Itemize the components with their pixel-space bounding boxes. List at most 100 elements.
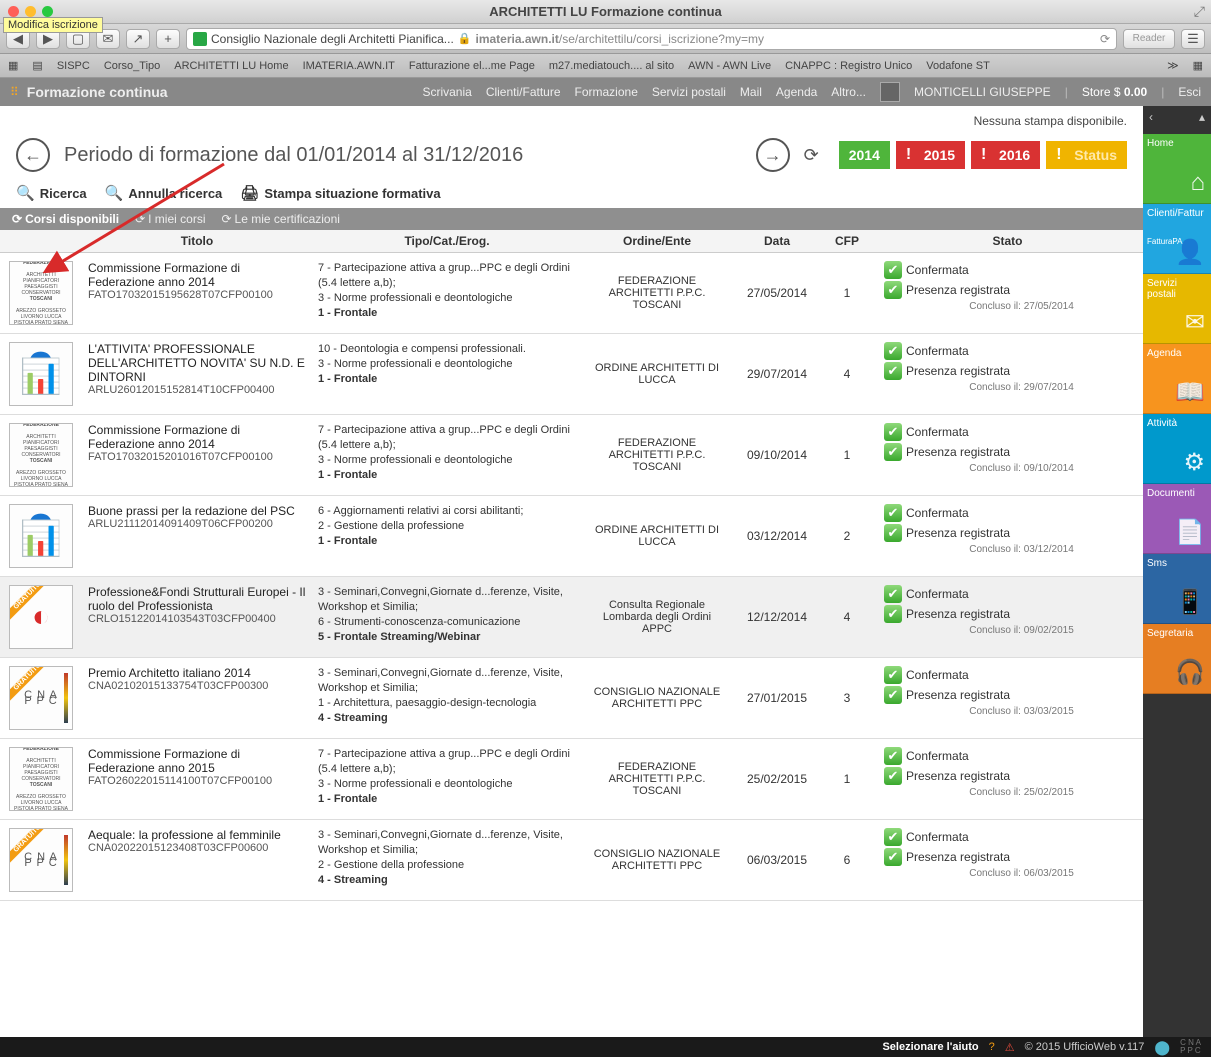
bookmark-item[interactable]: SISPC <box>57 60 90 72</box>
course-code: ARLU21112014091409T06CFP00200 <box>88 518 306 530</box>
course-thumb: 👤📊 <box>9 504 73 568</box>
print-icon: 🖨 <box>240 184 259 202</box>
period-title: Periodo di formazione dal 01/01/2014 al … <box>64 144 742 167</box>
logout-button[interactable]: Esci <box>1178 85 1201 99</box>
help-selector[interactable]: Selezionare l'aiuto <box>882 1041 978 1053</box>
nav-back-icon[interactable]: ‹ <box>1149 110 1153 130</box>
appmenu-item[interactable]: Formazione <box>575 85 638 99</box>
table-row[interactable]: 👤📊Buone prassi per la redazione del PSCA… <box>0 496 1143 577</box>
menu-button[interactable]: ☰ <box>1181 29 1205 49</box>
nav-tile-sms[interactable]: Sms📱 <box>1143 554 1211 624</box>
share-button[interactable]: ↗ <box>126 29 150 49</box>
bookmark-item[interactable]: AWN - AWN Live <box>688 60 771 72</box>
minimize-icon[interactable] <box>25 6 36 17</box>
bookmark-item[interactable]: m27.mediatouch.... al sito <box>549 60 674 72</box>
tab-0[interactable]: ⟳Corsi disponibili <box>6 212 125 226</box>
nav-tile-servizipostali[interactable]: Servizi postali✉ <box>1143 274 1211 344</box>
year-button-status[interactable]: !Status <box>1046 141 1127 169</box>
tile-icon: 📖 <box>1175 378 1205 407</box>
course-thumb: 👤📊 <box>9 342 73 406</box>
nav-tile-home[interactable]: Home⌂ <box>1143 134 1211 204</box>
fullscreen-icon[interactable]: ⤢ <box>1194 3 1211 20</box>
year-button-2016[interactable]: !2016 <box>971 141 1040 169</box>
course-date: 12/12/2014 <box>732 583 822 651</box>
course-ente: FEDERAZIONE ARCHITETTI P.P.C. TOSCANI <box>582 745 732 813</box>
course-ente: ORDINE ARCHITETTI DI LUCCA <box>582 340 732 408</box>
course-cfp: 1 <box>822 259 872 327</box>
year-button-2014[interactable]: 2014 <box>839 141 890 169</box>
bookmarks-overflow[interactable]: ≫ <box>1167 59 1179 72</box>
course-date: 03/12/2014 <box>732 502 822 570</box>
course-title: Commissione Formazione di Federazione an… <box>88 423 306 451</box>
chevron-icon: ⟳ <box>221 212 231 226</box>
table-row[interactable]: GRATUITO◐Professione&Fondi Strutturali E… <box>0 577 1143 658</box>
user-icon[interactable] <box>880 82 900 102</box>
close-icon[interactable] <box>8 6 19 17</box>
tab-1[interactable]: ⟳I miei corsi <box>129 212 211 226</box>
help-icon[interactable]: ? <box>989 1041 995 1053</box>
bookmark-item[interactable]: Corso_Tipo <box>104 60 160 72</box>
nav-tile-documenti[interactable]: Documenti📄 <box>1143 484 1211 554</box>
nav-tile-segretaria[interactable]: Segretaria🎧 <box>1143 624 1211 694</box>
course-cfp: 1 <box>822 421 872 489</box>
course-status: ✔Confermata✔Presenza registrataConcluso … <box>872 745 1143 813</box>
appmenu-item[interactable]: Altro... <box>831 85 866 99</box>
store-balance[interactable]: Store $ 0.00 <box>1082 85 1147 99</box>
appmenu-item[interactable]: Servizi postali <box>652 85 726 99</box>
check-icon: ✔ <box>884 362 902 380</box>
refresh-button[interactable]: ⟳ <box>804 145 819 166</box>
appmenu-item[interactable]: Scrivania <box>422 85 471 99</box>
grid-icon[interactable]: ▤ <box>32 59 42 72</box>
nav-tile-clientifattur[interactable]: Clienti/FatturFatturaPA👤 <box>1143 204 1211 274</box>
appmenu-item[interactable]: Mail <box>740 85 762 99</box>
appmenu-item[interactable]: Agenda <box>776 85 817 99</box>
course-date: 25/02/2015 <box>732 745 822 813</box>
bookmark-item[interactable]: ARCHITETTI LU Home <box>174 60 288 72</box>
maximize-icon[interactable] <box>42 6 53 17</box>
table-row[interactable]: GRATUITOC N AP P CAequale: la profession… <box>0 820 1143 901</box>
reader-button[interactable]: Reader <box>1123 29 1175 49</box>
course-code: CNA02022015123408T03CFP00600 <box>88 842 306 854</box>
table-row[interactable]: GRATUITOC N AP P CPremio Architetto ital… <box>0 658 1143 739</box>
bookmark-item[interactable]: Vodafone ST <box>926 60 990 72</box>
course-thumb: GRATUITOC N AP P C <box>9 666 73 730</box>
warning-icon[interactable]: ⚠ <box>1005 1041 1015 1054</box>
course-status: ✔Confermata✔Presenza registrataConcluso … <box>872 583 1143 651</box>
table-header: Titolo Tipo/Cat./Erog. Ordine/Ente Data … <box>0 230 1143 253</box>
clear-search-button[interactable]: 🔍Annulla ricerca <box>105 184 223 202</box>
table-row[interactable]: FEDERAZIONEARCHITETTIPIANIFICATORIPAESAG… <box>0 253 1143 334</box>
print-button[interactable]: 🖨Stampa situazione formativa <box>240 184 440 202</box>
search-button[interactable]: 🔍Ricerca <box>16 184 87 202</box>
bookmark-menu-icon[interactable]: ▦ <box>8 59 18 72</box>
course-title: L'ATTIVITA' PROFESSIONALE DELL'ARCHITETT… <box>88 342 306 384</box>
course-status: ✔Confermata✔Presenza registrataConcluso … <box>872 259 1143 327</box>
browser-toolbar: ◀ ▶ ▢ ✉ ↗ + Consiglio Nazionale degli Ar… <box>0 24 1211 54</box>
check-icon: ✔ <box>884 443 902 461</box>
prev-period-button[interactable]: ← <box>16 138 50 172</box>
bookmarks-menu[interactable]: ▦ <box>1193 59 1203 72</box>
app-brand: Formazione continua <box>27 84 168 100</box>
col-titolo: Titolo <box>82 230 312 252</box>
course-status: ✔Confermata✔Presenza registrataConcluso … <box>872 826 1143 894</box>
nav-tile-attivit[interactable]: Attività⚙ <box>1143 414 1211 484</box>
table-row[interactable]: 👤📊 L'ATTIVITA' PROFESSIONALE DELL'ARCHITE… <box>0 334 1143 415</box>
address-bar[interactable]: Consiglio Nazionale degli Architetti Pia… <box>186 28 1117 50</box>
reload-icon[interactable]: ⟳ <box>1100 32 1110 46</box>
table-row[interactable]: FEDERAZIONEARCHITETTIPIANIFICATORIPAESAG… <box>0 739 1143 820</box>
bookmark-item[interactable]: Fatturazione el...me Page <box>409 60 535 72</box>
course-thumb: GRATUITO◐ <box>9 585 73 649</box>
course-ente: FEDERAZIONE ARCHITETTI P.P.C. TOSCANI <box>582 259 732 327</box>
appmenu-item[interactable]: Clienti/Fatture <box>486 85 561 99</box>
year-button-2015[interactable]: !2015 <box>896 141 965 169</box>
add-tab-button[interactable]: + <box>156 29 180 49</box>
table-row[interactable]: FEDERAZIONEARCHITETTIPIANIFICATORIPAESAG… <box>0 415 1143 496</box>
next-period-button[interactable]: → <box>756 138 790 172</box>
bookmark-item[interactable]: CNAPPC : Registro Unico <box>785 60 912 72</box>
col-data: Data <box>732 230 822 252</box>
course-ente: CONSIGLIO NAZIONALE ARCHITETTI PPC <box>582 826 732 894</box>
tab-2[interactable]: ⟳Le mie certificazioni <box>215 212 345 226</box>
tab-title: Consiglio Nazionale degli Architetti Pia… <box>211 32 454 46</box>
bookmark-item[interactable]: IMATERIA.AWN.IT <box>303 60 395 72</box>
nav-tile-agenda[interactable]: Agenda📖 <box>1143 344 1211 414</box>
nav-fold-icon[interactable]: ▴ <box>1199 110 1205 130</box>
